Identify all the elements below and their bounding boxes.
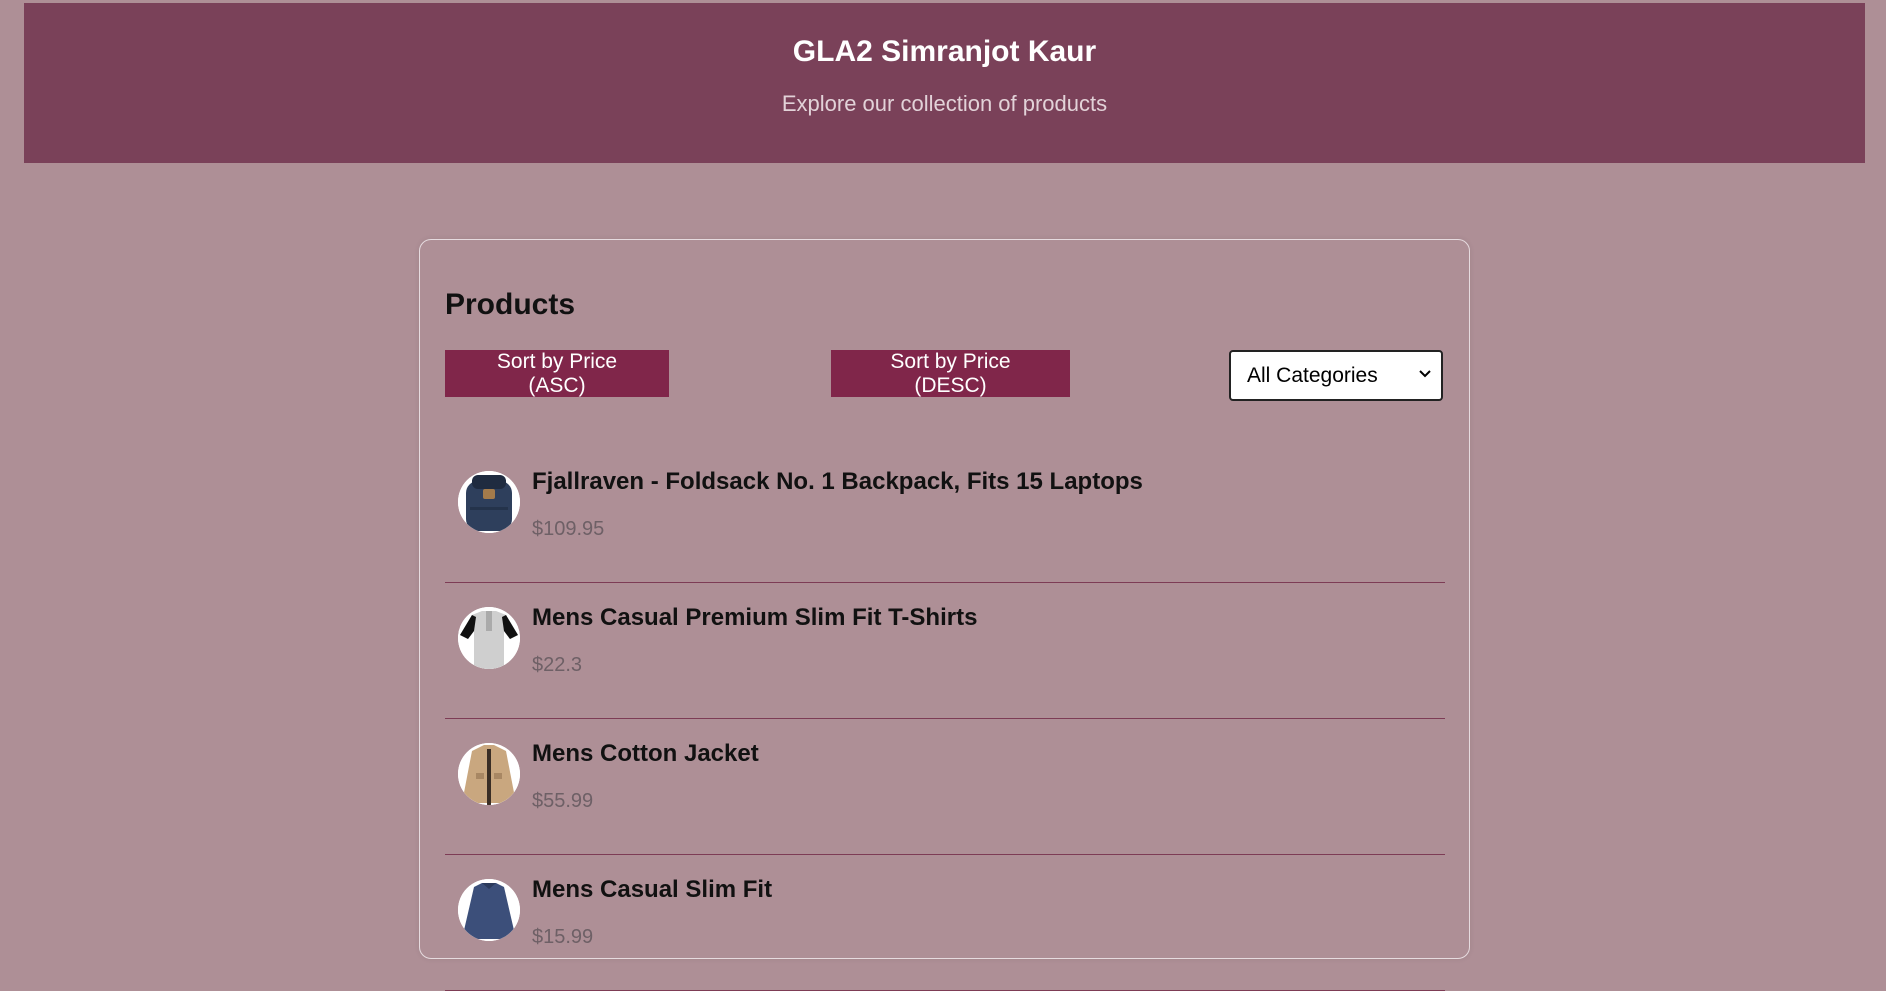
products-panel: Products Sort by Price (ASC) Sort by Pri… [419,239,1470,991]
site-subtitle: Explore our collection of products [781,91,1108,116]
chevron-down-icon [1419,370,1431,378]
tshirt-image [458,607,520,669]
sort-desc-button[interactable]: Sort by Price (DESC) [831,350,1070,397]
product-price: $109.95 [532,518,605,540]
sort-asc-button[interactable]: Sort by Price (ASC) [445,350,669,397]
backpack-image [458,471,520,533]
page-header: GLA2 Simranjot Kaur Explore our collecti… [24,3,1865,163]
category-select-value: All Categories [1247,364,1378,387]
product-name: Mens Casual Premium Slim Fit T-Shirts [532,604,978,631]
list-item[interactable]: Mens Casual Premium Slim Fit T-Shirts $2… [445,583,1445,719]
product-name: Fjallraven - Foldsack No. 1 Backpack, Fi… [532,468,1143,495]
list-item[interactable]: Mens Casual Slim Fit $15.99 [445,855,1445,991]
product-price: $15.99 [532,926,594,948]
category-select[interactable]: All Categories [1229,350,1443,401]
list-item[interactable]: Mens Cotton Jacket $55.99 [445,719,1445,855]
product-price: $22.3 [532,654,583,676]
product-price: $55.99 [532,790,594,812]
site-title: GLA2 Simranjot Kaur [792,35,1097,68]
longsleeve-image [458,879,520,941]
products-heading: Products [445,288,576,321]
product-name: Mens Casual Slim Fit [532,876,773,903]
product-list: Fjallraven - Foldsack No. 1 Backpack, Fi… [445,447,1445,991]
product-name: Mens Cotton Jacket [532,740,759,767]
jacket-image [458,743,520,805]
list-item[interactable]: Fjallraven - Foldsack No. 1 Backpack, Fi… [445,447,1445,583]
